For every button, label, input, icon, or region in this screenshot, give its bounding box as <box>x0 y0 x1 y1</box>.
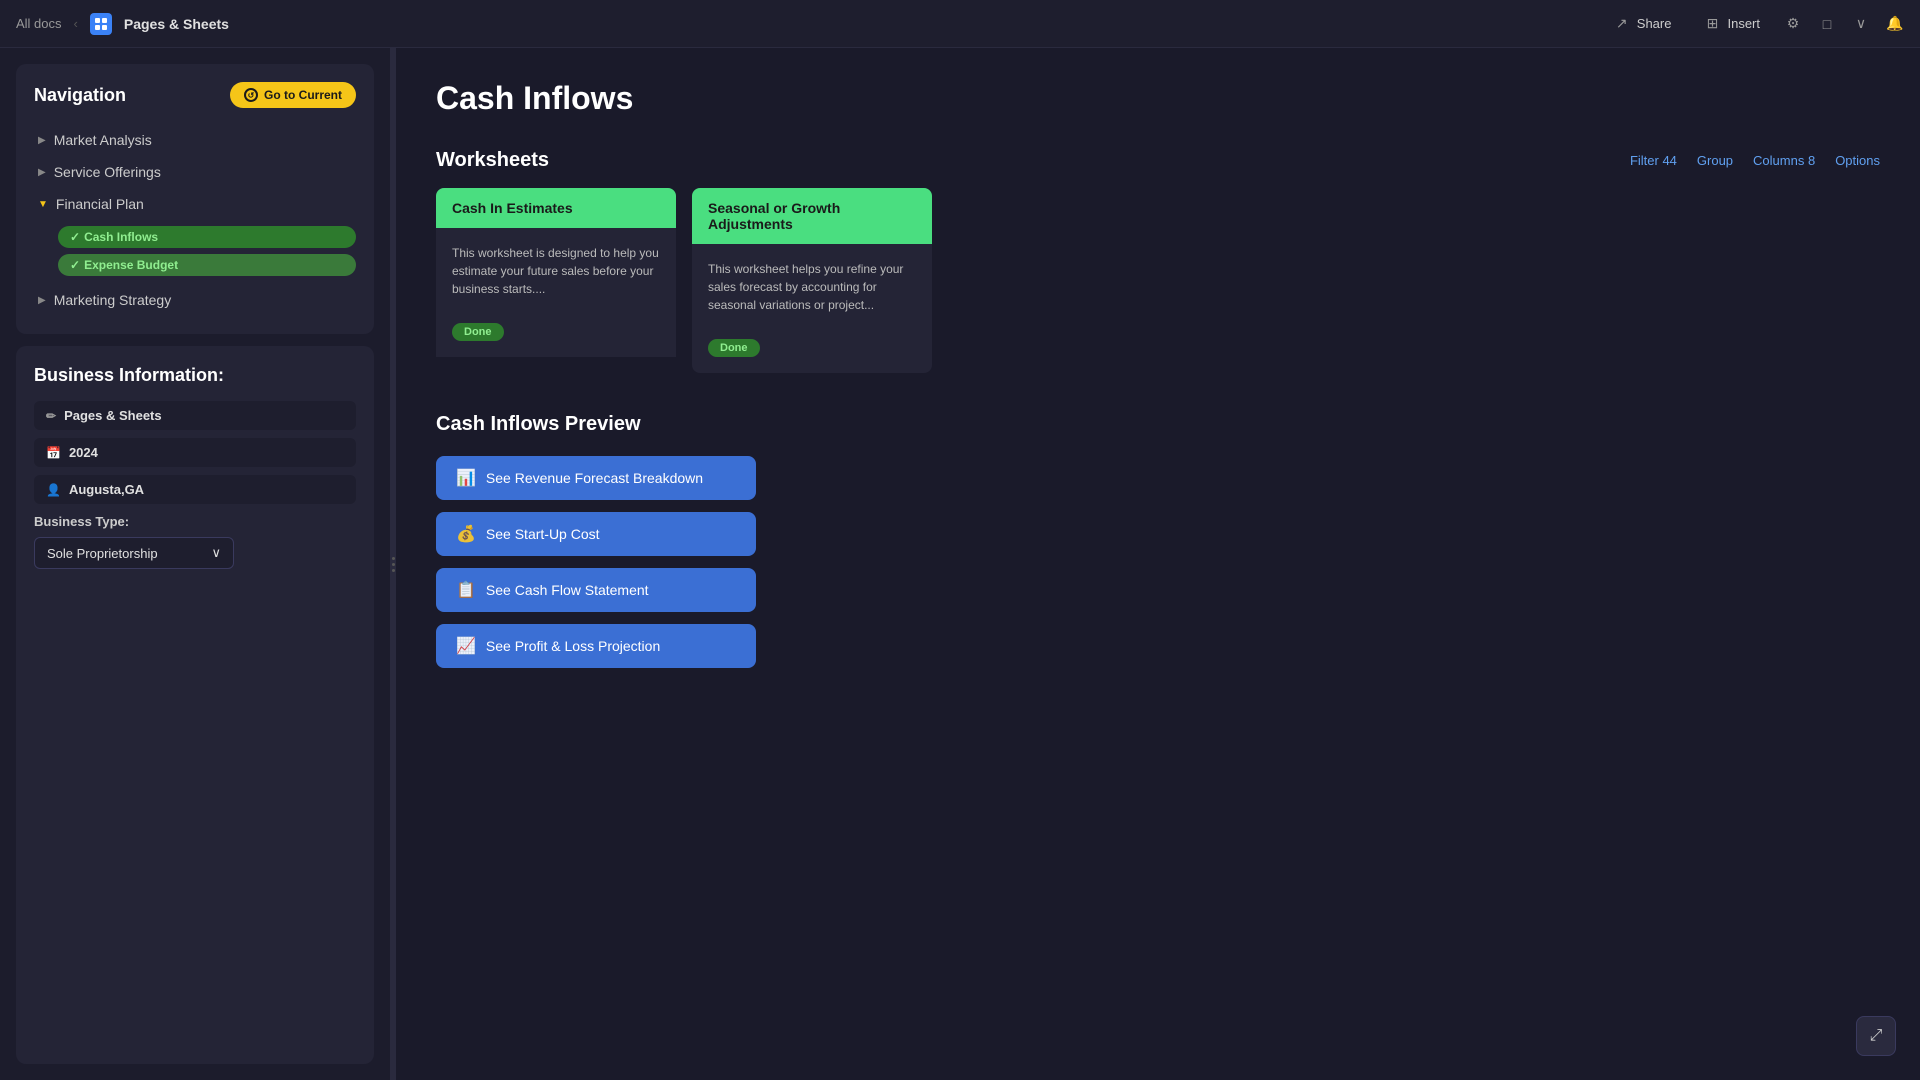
page-title: Cash Inflows <box>436 80 1880 117</box>
worksheets-title: Worksheets <box>436 149 549 172</box>
insert-button[interactable]: ⊞ Insert <box>1695 11 1768 37</box>
chevron-right-icon: ▶ <box>38 135 46 146</box>
business-type-label: Business Type: <box>34 514 356 529</box>
app-title: Pages & Sheets <box>124 16 229 32</box>
settings-icon[interactable]: ⚙ <box>1784 15 1802 33</box>
edit-icon: ✏ <box>46 409 56 423</box>
go-to-current-icon: ↺ <box>244 88 258 102</box>
sidebar: Navigation ↺ Go to Current ▶ Market Anal… <box>0 48 390 1080</box>
all-docs-link[interactable]: All docs <box>16 16 62 31</box>
done-badge: Done <box>708 339 760 357</box>
chevron-down-icon: ▼ <box>38 199 48 210</box>
preview-buttons: 📊 See Revenue Forecast Breakdown 💰 See S… <box>436 456 756 668</box>
notification-icon[interactable]: 🔔 <box>1886 15 1904 33</box>
resize-dots <box>392 557 395 572</box>
chart-icon: 📊 <box>456 468 476 488</box>
share-button[interactable]: ↗ Share <box>1605 11 1680 37</box>
checkmark-icon: ✓ <box>70 230 80 244</box>
user-icon[interactable]: □ <box>1818 15 1836 33</box>
business-info-panel: Business Information: ✏ Pages & Sheets 📅… <box>16 346 374 1064</box>
main-content: Cash Inflows Worksheets Filter 44 Group … <box>396 48 1920 1080</box>
filter-button[interactable]: Filter 44 <box>1630 153 1677 168</box>
options-button[interactable]: Options <box>1835 153 1880 168</box>
nav-title: Navigation <box>34 85 126 106</box>
see-cash-flow-button[interactable]: 📋 See Cash Flow Statement <box>436 568 756 612</box>
trend-icon: 📈 <box>456 636 476 656</box>
see-startup-cost-button[interactable]: 💰 See Start-Up Cost <box>436 512 756 556</box>
see-revenue-forecast-button[interactable]: 📊 See Revenue Forecast Breakdown <box>436 456 756 500</box>
breadcrumb-separator: ‹ <box>74 16 78 31</box>
columns-button[interactable]: Columns 8 <box>1753 153 1815 168</box>
worksheet-card-seasonal-growth[interactable]: Seasonal or Growth Adjustments This work… <box>692 188 932 373</box>
worksheets-grid: Cash In Estimates This worksheet is desi… <box>436 188 1880 373</box>
worksheet-card-body: This worksheet is designed to help you e… <box>436 228 676 314</box>
calendar-icon: 📅 <box>46 446 61 460</box>
sidebar-item-financial-plan[interactable]: ▼ Financial Plan <box>34 188 356 220</box>
sidebar-item-cash-inflows[interactable]: ✓ Cash Inflows <box>58 226 356 248</box>
chevron-right-icon: ▶ <box>38 295 46 306</box>
worksheet-card-body: This worksheet helps you refine your sal… <box>692 244 932 330</box>
preview-title: Cash Inflows Preview <box>436 413 1880 436</box>
expand-icon: ⤢ <box>1870 1027 1883 1045</box>
worksheet-card-header: Seasonal or Growth Adjustments <box>692 188 932 244</box>
sidebar-item-expense-budget[interactable]: ✓ Expense Budget <box>58 254 356 276</box>
worksheet-card-cash-in-estimates[interactable]: Cash In Estimates This worksheet is desi… <box>436 188 676 373</box>
share-icon: ↗ <box>1613 15 1631 33</box>
worksheets-section-header: Worksheets Filter 44 Group Columns 8 Opt… <box>436 149 1880 172</box>
business-location-field: 👤 Augusta,GA <box>34 475 356 504</box>
checkmark-icon: ✓ <box>70 258 80 272</box>
worksheet-card-footer: Done <box>436 314 676 357</box>
group-button[interactable]: Group <box>1697 153 1733 168</box>
chevron-right-icon: ▶ <box>38 167 46 178</box>
topbar-right: ↗ Share ⊞ Insert ⚙ □ ∨ 🔔 <box>1605 11 1904 37</box>
go-to-current-button[interactable]: ↺ Go to Current <box>230 82 356 108</box>
business-type-dropdown[interactable]: Sole Proprietorship ∨ <box>34 537 234 569</box>
business-info-title: Business Information: <box>34 364 356 387</box>
dropdown-chevron-icon: ∨ <box>211 545 221 561</box>
worksheet-card-header: Cash In Estimates <box>436 188 676 228</box>
navigation-panel: Navigation ↺ Go to Current ▶ Market Anal… <box>16 64 374 334</box>
topbar-left: All docs ‹ Pages & Sheets <box>16 13 1589 35</box>
main-layout: Navigation ↺ Go to Current ▶ Market Anal… <box>0 48 1920 1080</box>
sidebar-item-market-analysis[interactable]: ▶ Market Analysis <box>34 124 356 156</box>
financial-plan-sub-items: ✓ Cash Inflows ✓ Expense Budget <box>34 226 356 276</box>
money-icon: 💰 <box>456 524 476 544</box>
done-badge: Done <box>452 323 504 341</box>
business-name-field: ✏ Pages & Sheets <box>34 401 356 430</box>
sidebar-item-service-offerings[interactable]: ▶ Service Offerings <box>34 156 356 188</box>
business-year-field: 📅 2024 <box>34 438 356 467</box>
see-profit-loss-button[interactable]: 📈 See Profit & Loss Projection <box>436 624 756 668</box>
document-icon: 📋 <box>456 580 476 600</box>
worksheet-card-footer: Done <box>692 330 932 373</box>
sidebar-item-marketing-strategy[interactable]: ▶ Marketing Strategy <box>34 284 356 316</box>
cash-inflows-preview-section: Cash Inflows Preview 📊 See Revenue Forec… <box>436 413 1880 668</box>
insert-icon: ⊞ <box>1703 15 1721 33</box>
expand-button[interactable]: ⤢ <box>1856 1016 1896 1056</box>
chevron-down-icon[interactable]: ∨ <box>1852 15 1870 33</box>
location-icon: 👤 <box>46 483 61 497</box>
worksheets-controls: Filter 44 Group Columns 8 Options <box>1630 153 1880 168</box>
nav-header: Navigation ↺ Go to Current <box>34 82 356 108</box>
app-icon <box>90 13 112 35</box>
topbar: All docs ‹ Pages & Sheets ↗ Share ⊞ Inse… <box>0 0 1920 48</box>
